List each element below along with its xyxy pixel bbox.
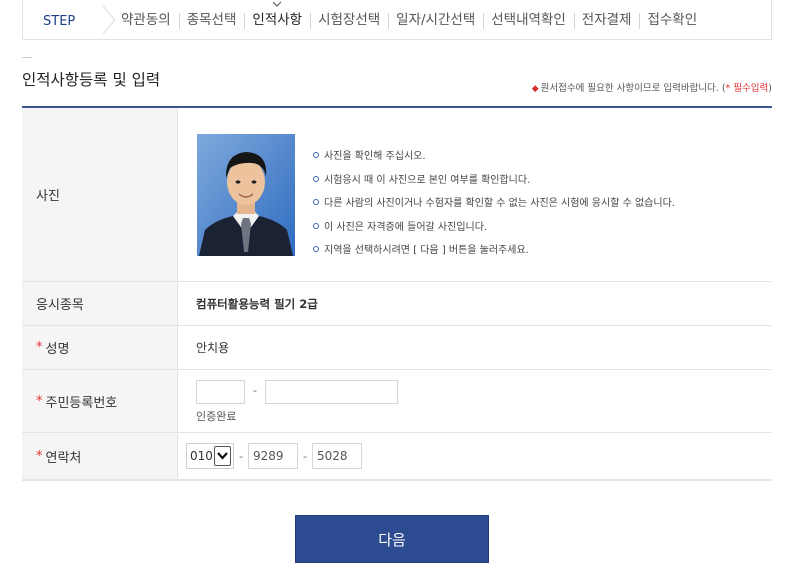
phone-label: 연락처 [45, 450, 82, 466]
required-note-close: ) [768, 83, 772, 94]
resident-id-label-cell: * 주민등록번호 [22, 370, 178, 432]
personal-info-form: 사진 사진을 확인해 주십시오. 시험응시 때 이 사진으로 본인 여부를 확인… [22, 106, 772, 481]
photo-label: 사진 [22, 108, 178, 281]
section-title: 인적사항등록 및 입력 [22, 71, 161, 89]
required-note-mark: * 필수입력 [725, 83, 769, 94]
step-bar: STEP 약관동의 종목선택 인적사항 시험장선택 일자/시간선택 선택내역확인… [22, 0, 772, 40]
phone-area-value: 010 [190, 449, 213, 463]
circle-bullet-icon [313, 222, 319, 229]
phone-fields: 010 - 9289 - 5028 [186, 443, 362, 469]
resident-id-second-input[interactable] [265, 380, 398, 404]
step-list: 약관동의 종목선택 인적사항 시험장선택 일자/시간선택 선택내역확인 전자결제… [113, 0, 705, 40]
required-mark: * [36, 448, 43, 464]
name-row: * 성명 안치용 [22, 326, 772, 370]
divider [22, 57, 32, 58]
dropdown-button[interactable] [214, 446, 231, 466]
photo-cell: 사진을 확인해 주십시오. 시험응시 때 이 사진으로 본인 여부를 확인합니다… [178, 108, 772, 281]
circle-bullet-icon [313, 199, 319, 205]
current-step-chevron-icon [272, 1, 282, 7]
name-value: 안치용 [196, 341, 230, 355]
resident-id-cell: - 인증완료 [178, 370, 772, 432]
exam-row: 응시종목 컴퓨터활용능력 필기 2급 [22, 282, 772, 326]
step-personal-info-label: 인적사항 [252, 12, 303, 28]
circle-bullet-icon [313, 175, 319, 182]
phone-label-cell: * 연락처 [22, 433, 178, 479]
step-terms: 약관동의 [121, 12, 171, 28]
step-payment: 전자결제 [573, 0, 640, 40]
photo-row: 사진 사진을 확인해 주십시오. 시험응시 때 이 사진으로 본인 여부를 확인… [22, 108, 772, 282]
step-personal-info: 인적사항 [244, 0, 310, 40]
circle-bullet-icon [313, 152, 319, 158]
step-venue-select: 시험장선택 [310, 0, 388, 40]
exam-value: 컴퓨터활용능력 필기 2급 [196, 296, 318, 311]
resident-id-fields: - [196, 380, 398, 407]
next-button[interactable]: 다음 [295, 515, 489, 563]
phone-last-input[interactable]: 5028 [312, 443, 362, 469]
photo-note: 지역을 선택하시려면 [ 다음 ] 버튼을 눌러주세요. [313, 239, 675, 263]
exam-label: 응시종목 [22, 282, 178, 325]
phone-separator: - [239, 449, 243, 463]
resident-id-separator: - [253, 384, 257, 397]
step-label: STEP [43, 14, 76, 29]
phone-area-select[interactable]: 010 [186, 443, 234, 469]
resident-id-first-input[interactable] [196, 380, 245, 404]
photo-notes: 사진을 확인해 주십시오. 시험응시 때 이 사진으로 본인 여부를 확인합니다… [313, 145, 675, 263]
phone-row: * 연락처 010 - 9289 - 5028 [22, 433, 772, 481]
name-label: 성명 [45, 342, 70, 357]
diamond-bullet-icon: ◆ [531, 84, 539, 94]
verification-status: 인증완료 [196, 410, 237, 423]
photo-note: 사진을 확인해 주십시오. [313, 145, 675, 169]
phone-separator: - [303, 449, 307, 463]
photo-note: 시험응시 때 이 사진으로 본인 여부를 확인합니다. [313, 169, 675, 193]
required-note: ◆ 원서접수에 필요한 사항이므로 입력바랍니다. (* 필수입력) [532, 80, 772, 94]
resident-id-row: * 주민등록번호 - 인증완료 [22, 370, 772, 433]
circle-bullet-icon [313, 246, 319, 252]
applicant-photo [197, 134, 295, 256]
required-mark: * [36, 340, 43, 355]
step-exam-select: 종목선택 [178, 0, 245, 40]
required-note-text: 원서접수에 필요한 사항이므로 입력바랍니다. ( [540, 83, 726, 94]
required-mark: * [36, 393, 43, 409]
chevron-down-icon [217, 452, 228, 460]
name-label-cell: * 성명 [22, 326, 178, 369]
phone-cell: 010 - 9289 - 5028 [178, 433, 772, 479]
photo-note: 이 사진은 자격증에 들어갈 사진입니다. [313, 216, 675, 240]
phone-middle-input[interactable]: 9289 [248, 443, 298, 469]
step-date-time-select: 일자/시간선택 [388, 0, 483, 40]
photo-note: 다른 사람의 사진이거나 수험자를 확인할 수 없는 사진은 시험에 응시할 수… [313, 192, 675, 216]
step-review: 선택내역확인 [483, 0, 574, 40]
step-confirmation: 접수확인 [639, 0, 705, 40]
resident-id-label: 주민등록번호 [45, 395, 118, 411]
